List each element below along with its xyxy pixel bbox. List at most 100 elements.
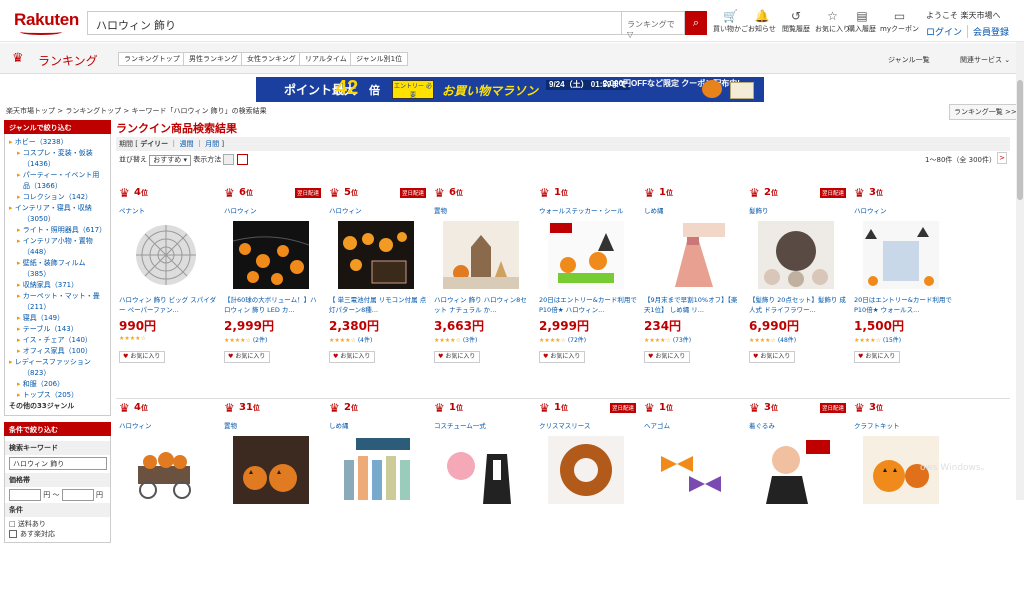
product-image[interactable] bbox=[443, 436, 519, 504]
period-monthly[interactable]: 月間 bbox=[205, 140, 219, 148]
product-genre-link[interactable]: ウォールステッカー・シール bbox=[539, 205, 624, 215]
product-image[interactable] bbox=[443, 221, 519, 289]
genre-item[interactable]: （1436） bbox=[9, 159, 106, 170]
breadcrumb-top[interactable]: 楽天市場トップ bbox=[6, 107, 55, 115]
product-card[interactable]: ♛ 1位 ヘアゴム bbox=[641, 399, 745, 599]
product-genre-link[interactable]: しめ縄 bbox=[329, 420, 349, 430]
product-image[interactable] bbox=[338, 221, 414, 289]
period-weekly[interactable]: 週間 bbox=[180, 140, 194, 148]
product-card[interactable]: ♛ 4位 ペナント ハロウィン 飾り ビッグ スパイダー ペーパーファン... 990円… bbox=[116, 184, 220, 384]
rakuten-logo[interactable]: Rakuten bbox=[14, 10, 79, 30]
price-max-input[interactable] bbox=[61, 489, 94, 501]
product-name-link[interactable]: 20日はエントリー&カード利用でP10倍★ ウォールス... bbox=[854, 295, 952, 315]
genre-item[interactable]: ▸ 壁紙・装飾フィルム bbox=[9, 258, 106, 269]
genre-item[interactable]: ▸ インテリア小物・置物 bbox=[9, 236, 106, 247]
product-card[interactable]: ♛ 3位 翌日配達 着ぐるみ bbox=[746, 399, 850, 599]
product-genre-link[interactable]: ハロウィン bbox=[329, 205, 362, 215]
genre-item[interactable]: ▸ コレクション（142） bbox=[9, 192, 106, 203]
product-card[interactable]: ♛ 6位 翌日配達 ハロウィン 【計60球の大ボリューム！】ハロウィン 飾り LED カ… bbox=[221, 184, 325, 384]
product-card[interactable]: ♛ 2位 しめ縄 bbox=[326, 399, 430, 599]
product-image[interactable] bbox=[548, 436, 624, 504]
favorite-button[interactable]: ♥ お気に入り bbox=[854, 351, 900, 363]
product-genre-link[interactable]: コスチューム一式 bbox=[434, 420, 486, 430]
product-card[interactable]: ♛ 6位 置物 ハロウィン 飾り ハロウィン8セット ナチュラル か... 3,663円… bbox=[431, 184, 535, 384]
related-services-menu[interactable]: 関連サービス ⌄ bbox=[960, 55, 1010, 65]
genre-item[interactable]: ▸ 寝具（149） bbox=[9, 313, 106, 324]
product-card[interactable]: ♛ 2位 翌日配達 髪飾り 【髪飾り 20点セット】髪飾り 成人式 ドライフラワー...… bbox=[746, 184, 850, 384]
genre-item[interactable]: ▸ オフィス家具（100） bbox=[9, 346, 106, 357]
favorite-button[interactable]: ♥ お気に入り bbox=[749, 351, 795, 363]
product-name-link[interactable]: ハロウィン 飾り ビッグ スパイダー ペーパーファン... bbox=[119, 295, 217, 315]
favorite-button[interactable]: ♥ お気に入り bbox=[539, 351, 585, 363]
next-day-checkbox-row[interactable]: あす楽対応 bbox=[9, 529, 106, 539]
next-day-checkbox[interactable] bbox=[9, 530, 17, 538]
list-view-icon[interactable] bbox=[223, 154, 235, 165]
product-card[interactable]: ♛ 1位 しめ縄 【9月末まで早割10%オフ】【楽天1位】 しめ縄 リ... 234円 ★… bbox=[641, 184, 745, 384]
login-link[interactable]: ログイン bbox=[926, 25, 962, 38]
product-genre-link[interactable]: ペナント bbox=[119, 205, 145, 215]
search-scope-select[interactable]: ランキングで ▽ bbox=[621, 11, 685, 39]
product-image[interactable] bbox=[653, 221, 729, 289]
product-name-link[interactable]: 【髪飾り 20点セット】髪飾り 成人式 ドライフラワー... bbox=[749, 295, 847, 315]
product-image[interactable] bbox=[233, 221, 309, 289]
product-image[interactable] bbox=[653, 436, 729, 504]
product-image[interactable] bbox=[233, 436, 309, 504]
genre-item[interactable]: ▸ ライト・照明器具（617） bbox=[9, 225, 106, 236]
next-page-button[interactable]: > bbox=[997, 152, 1007, 164]
genre-item[interactable]: （211） bbox=[9, 302, 106, 313]
product-image[interactable] bbox=[863, 221, 939, 289]
favorite-button[interactable]: ♥ お気に入り bbox=[644, 351, 690, 363]
product-card[interactable]: ♛ 5位 翌日配達 ハロウィン【 単三電池付属 リモコン付属 点灯パターン8種... 2… bbox=[326, 184, 430, 384]
product-genre-link[interactable]: クリスマスリース bbox=[539, 420, 590, 430]
product-image[interactable] bbox=[338, 436, 414, 504]
ranking-list-button[interactable]: ランキング一覧 >> bbox=[949, 104, 1022, 120]
genre-item[interactable]: ▸ 収納家具（371） bbox=[9, 280, 106, 291]
product-genre-link[interactable]: クラフトキット bbox=[854, 420, 900, 430]
marathon-banner[interactable]: ポイント最大 42 倍 エントリー 必要 お買い物マラソン 9/24（土） 01… bbox=[256, 77, 764, 102]
product-card[interactable]: ♛ 1位 ウォールステッカー・シール 20日はエントリー&カード利用でP10倍★ ハロ… bbox=[536, 184, 640, 384]
genre-item[interactable]: ▸ 和服（206） bbox=[9, 379, 106, 390]
more-genres-link[interactable]: その他の33ジャンル bbox=[9, 401, 106, 412]
genre-item[interactable]: ▸ ホビー（3238） bbox=[9, 137, 106, 148]
product-genre-link[interactable]: 着ぐるみ bbox=[749, 420, 775, 430]
genre-item[interactable]: ▸ インテリア・寝具・収納 bbox=[9, 203, 106, 214]
genre-item[interactable]: 品（1366） bbox=[9, 181, 106, 192]
product-genre-link[interactable]: ヘアゴム bbox=[644, 420, 670, 430]
nav-notification[interactable]: 🔔 お知らせ bbox=[748, 9, 776, 34]
period-daily[interactable]: デイリー bbox=[140, 140, 168, 148]
review-count[interactable]: (15件) bbox=[883, 337, 901, 344]
product-genre-link[interactable]: 置物 bbox=[434, 205, 447, 215]
sort-select[interactable]: おすすめ ▾ bbox=[149, 154, 191, 166]
product-image[interactable] bbox=[128, 221, 204, 289]
nav-star[interactable]: ☆ お気に入り bbox=[815, 9, 850, 34]
favorite-button[interactable]: ♥ お気に入り bbox=[119, 351, 165, 363]
product-name-link[interactable]: ハロウィン 飾り ハロウィン8セット ナチュラル か... bbox=[434, 295, 532, 315]
product-image[interactable] bbox=[758, 436, 834, 504]
review-count[interactable]: (4件) bbox=[358, 337, 373, 344]
product-name-link[interactable]: 20日はエントリー&カード利用でP10倍★ ハロウィン... bbox=[539, 295, 637, 315]
tab-genre-first[interactable]: ジャンル別1位 bbox=[350, 52, 409, 66]
product-genre-link[interactable]: ハロウィン bbox=[119, 420, 152, 430]
search-button[interactable]: ⌕ bbox=[685, 11, 707, 35]
product-card[interactable]: ♛ 4位 ハロウィン bbox=[116, 399, 220, 599]
product-card[interactable]: ♛ 1位 翌日配達 クリスマスリース bbox=[536, 399, 640, 599]
product-card[interactable]: ♛ 3位 ハロウィン 20日はエントリー&カード利用でP10倍★ ウォールス... 1,… bbox=[851, 184, 955, 384]
product-image[interactable] bbox=[758, 221, 834, 289]
genre-item[interactable]: ▸ レディースファッション bbox=[9, 357, 106, 368]
tab-male-ranking[interactable]: 男性ランキング bbox=[183, 52, 244, 66]
ranking-title[interactable]: ランキング bbox=[38, 52, 98, 69]
product-name-link[interactable]: 【 単三電池付属 リモコン付属 点灯パターン8種... bbox=[329, 295, 427, 315]
product-image[interactable] bbox=[128, 436, 204, 504]
review-count[interactable]: (3件) bbox=[463, 337, 478, 344]
tab-female-ranking[interactable]: 女性ランキング bbox=[241, 52, 302, 66]
genre-list-link[interactable]: ジャンル一覧 bbox=[888, 55, 930, 65]
price-min-input[interactable] bbox=[9, 489, 41, 501]
product-image[interactable] bbox=[548, 221, 624, 289]
favorite-button[interactable]: ♥ お気に入り bbox=[224, 351, 270, 363]
tab-ranking-top[interactable]: ランキングトップ bbox=[118, 52, 186, 66]
grid-view-icon[interactable] bbox=[236, 154, 248, 165]
review-count[interactable]: (48件) bbox=[778, 337, 796, 344]
genre-item[interactable]: ▸ パーティー・イベント用 bbox=[9, 170, 106, 181]
product-genre-link[interactable]: ハロウィン bbox=[224, 205, 257, 215]
product-card[interactable]: ♛ 31位 置物 bbox=[221, 399, 325, 599]
